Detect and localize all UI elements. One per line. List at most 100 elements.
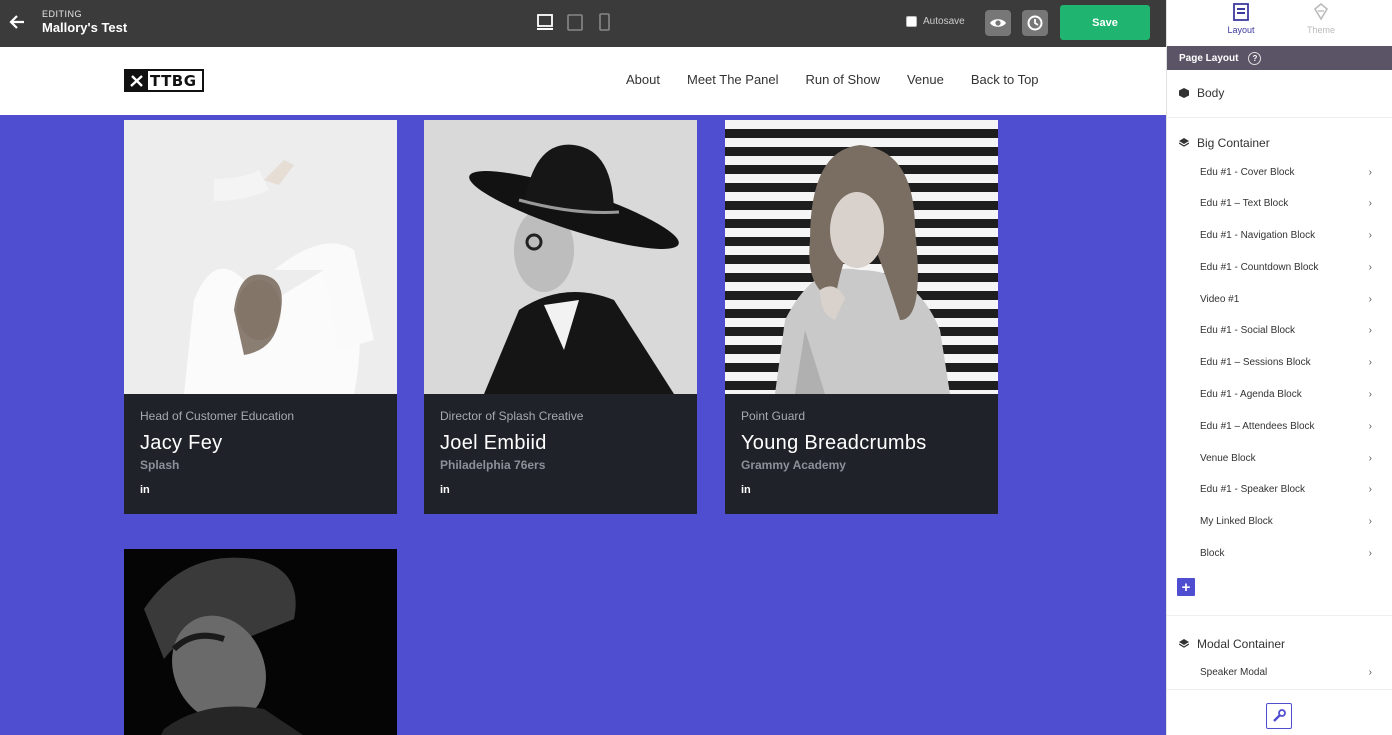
site-logo[interactable]: TTBG	[124, 69, 204, 92]
speaker-photo	[725, 120, 998, 394]
speaker-card[interactable]: Director of Splash Creative Joel Embiid …	[424, 120, 697, 514]
speaker-card[interactable]: Head of Customer Education Jacy Fey Spla…	[124, 120, 397, 514]
autosave-label: Autosave	[923, 16, 965, 27]
back-arrow-icon[interactable]	[8, 12, 28, 34]
tab-theme[interactable]: Theme	[1291, 0, 1351, 35]
tree-child-label: Edu #1 - Countdown Block	[1200, 262, 1319, 273]
chevron-right-icon: ›	[1368, 667, 1372, 678]
tools-icon	[126, 71, 148, 90]
linkedin-icon[interactable]: in	[140, 484, 381, 496]
tree-node-label: Body	[1197, 86, 1225, 100]
layers-icon	[1179, 138, 1189, 147]
tree-child-label: Video #1	[1200, 294, 1240, 305]
nav-link-about[interactable]: About	[626, 72, 660, 87]
site-navigation: TTBG About Meet The Panel Run of Show Ve…	[0, 47, 1166, 115]
chevron-right-icon: ›	[1368, 389, 1372, 400]
chevron-right-icon: ›	[1368, 325, 1372, 336]
tree-child-label: Venue Block	[1200, 453, 1256, 464]
speaker-info: Director of Splash Creative Joel Embiid …	[424, 394, 697, 514]
tree-node-modal-container[interactable]: Modal Container	[1179, 637, 1285, 651]
desktop-view-icon[interactable]	[536, 13, 554, 31]
tree-child-item[interactable]: Edu #1 – Sessions Block ›	[1200, 357, 1372, 368]
speaker-photo	[424, 120, 697, 394]
tree-child-item[interactable]: Block ›	[1200, 548, 1372, 559]
tree-child-item[interactable]: Edu #1 - Cover Block ›	[1200, 167, 1372, 178]
tree-child-item[interactable]: Venue Block ›	[1200, 453, 1372, 464]
tree-node-body[interactable]: Body	[1179, 86, 1224, 100]
speaker-card[interactable]: Point Guard Young Breadcrumbs Grammy Aca…	[725, 120, 998, 514]
chevron-right-icon: ›	[1368, 167, 1372, 178]
tab-theme-label: Theme	[1306, 25, 1335, 35]
device-switcher	[536, 13, 614, 31]
autosave-checkbox[interactable]	[906, 16, 917, 27]
speaker-info: Head of Customer Education Jacy Fey Spla…	[124, 394, 397, 514]
page-layout-title: Page Layout	[1179, 52, 1239, 64]
tree-child-label: My Linked Block	[1200, 516, 1273, 527]
tree-child-label: Edu #1 - Social Block	[1200, 325, 1296, 336]
speaker-org: Splash	[140, 458, 180, 472]
speaker-role: Point Guard	[741, 409, 806, 423]
chevron-right-icon: ›	[1368, 230, 1372, 241]
tree-child-label: Block	[1200, 548, 1225, 559]
chevron-right-icon: ›	[1368, 516, 1372, 527]
tree-child-label: Edu #1 – Text Block	[1200, 198, 1289, 209]
tree-child-label: Edu #1 - Agenda Block	[1200, 389, 1302, 400]
chevron-right-icon: ›	[1368, 548, 1372, 559]
add-block-button[interactable]: +	[1177, 578, 1195, 596]
divider	[1167, 615, 1392, 616]
tree-child-item[interactable]: Edu #1 - Speaker Block ›	[1200, 484, 1372, 495]
chevron-right-icon: ›	[1368, 357, 1372, 368]
mobile-view-icon[interactable]	[596, 13, 614, 31]
nav-links: About Meet The Panel Run of Show Venue B…	[626, 72, 1039, 87]
tree-child-item[interactable]: Edu #1 – Attendees Block ›	[1200, 421, 1372, 432]
tab-layout[interactable]: Layout	[1211, 0, 1271, 35]
speaker-role: Head of Customer Education	[140, 409, 295, 423]
linkedin-icon[interactable]: in	[440, 484, 681, 496]
tree-child-item[interactable]: Video #1 ›	[1200, 294, 1372, 305]
panel-tabs: Layout Theme	[1167, 0, 1392, 46]
tree-child-item[interactable]: Speaker Modal ›	[1200, 667, 1372, 678]
layers-icon	[1179, 639, 1189, 648]
tree-child-label: Edu #1 – Attendees Block	[1200, 421, 1315, 432]
divider	[1167, 117, 1392, 118]
speaker-card[interactable]	[124, 549, 397, 735]
tree-child-item[interactable]: Edu #1 - Social Block ›	[1200, 325, 1372, 336]
tree-child-label: Speaker Modal	[1200, 667, 1268, 678]
nav-link-back-to-top[interactable]: Back to Top	[971, 72, 1039, 87]
page-title: Mallory's Test	[42, 20, 128, 35]
layout-icon	[1233, 3, 1249, 21]
speaker-info: Point Guard Young Breadcrumbs Grammy Aca…	[725, 394, 998, 514]
tablet-view-icon[interactable]	[566, 13, 584, 31]
speaker-org: Philadelphia 76ers	[440, 458, 546, 472]
help-icon[interactable]: ?	[1248, 51, 1262, 65]
history-icon	[1027, 15, 1043, 31]
nav-link-run-of-show[interactable]: Run of Show	[806, 72, 880, 87]
history-button[interactable]	[1022, 10, 1048, 36]
speaker-name: Joel Embiid	[440, 432, 547, 454]
save-button[interactable]: Save	[1060, 5, 1150, 40]
tree-child-item[interactable]: My Linked Block ›	[1200, 516, 1372, 527]
tree-child-label: Edu #1 - Speaker Block	[1200, 484, 1306, 495]
speaker-photo	[124, 549, 397, 735]
tree-child-item[interactable]: Edu #1 - Navigation Block ›	[1200, 230, 1372, 241]
tree-node-big-container[interactable]: Big Container	[1179, 136, 1270, 150]
speaker-name: Jacy Fey	[140, 432, 223, 454]
preview-button[interactable]	[985, 10, 1011, 36]
chevron-right-icon: ›	[1368, 198, 1372, 209]
tree-child-item[interactable]: Edu #1 - Agenda Block ›	[1200, 389, 1372, 400]
nav-link-meet-the-panel[interactable]: Meet The Panel	[687, 72, 779, 87]
layout-panel: Layout Theme Page Layout ? Body Big Cont…	[1166, 0, 1392, 735]
chevron-right-icon: ›	[1368, 453, 1372, 464]
wrench-icon[interactable]	[1266, 703, 1292, 729]
linkedin-icon[interactable]: in	[741, 484, 982, 496]
eye-icon	[990, 19, 1006, 27]
tree-node-label: Big Container	[1197, 136, 1270, 150]
nav-link-venue[interactable]: Venue	[907, 72, 944, 87]
tree-child-item[interactable]: Edu #1 - Countdown Block ›	[1200, 262, 1372, 273]
chevron-right-icon: ›	[1368, 421, 1372, 432]
tree-child-item[interactable]: Edu #1 – Text Block ›	[1200, 198, 1372, 209]
speaker-name: Young Breadcrumbs	[741, 432, 927, 454]
page-layout-header: Page Layout ?	[1167, 46, 1392, 70]
tree-child-label: Edu #1 - Navigation Block	[1200, 230, 1316, 241]
autosave-toggle[interactable]: Autosave	[906, 16, 965, 27]
